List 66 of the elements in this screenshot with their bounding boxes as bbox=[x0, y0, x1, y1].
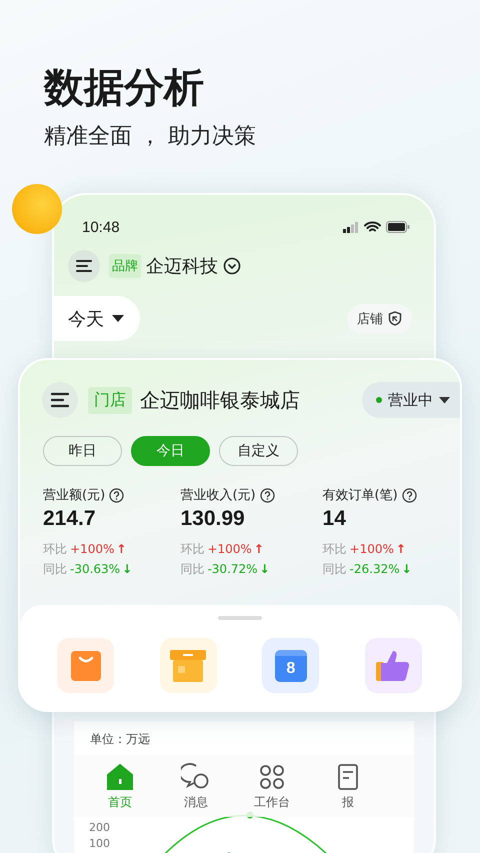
battery-icon bbox=[386, 221, 410, 233]
comparison-value: -30.63% bbox=[70, 561, 120, 578]
store-button[interactable]: 店铺 bbox=[347, 304, 412, 334]
brand-tag: 品牌 bbox=[109, 254, 141, 278]
comparison-value: -26.32% bbox=[350, 561, 400, 578]
thumbs-up-icon bbox=[375, 648, 412, 682]
metric-label: 营业收入(元) bbox=[180, 487, 256, 504]
menu-icon bbox=[51, 392, 69, 408]
help-icon[interactable] bbox=[109, 488, 124, 502]
comparison-label: 同比 bbox=[322, 561, 347, 578]
menu-button[interactable] bbox=[68, 250, 100, 282]
tab-bar-item[interactable]: 工作台 bbox=[234, 755, 310, 817]
period-tab[interactable]: 昨日 bbox=[43, 436, 122, 466]
arrow-up-icon: ↑ bbox=[396, 539, 406, 559]
store-tag: 门店 bbox=[88, 386, 132, 414]
chevron-down-icon[interactable] bbox=[223, 257, 241, 275]
shortcut-tile[interactable] bbox=[57, 638, 114, 693]
metric-value: 214.7 bbox=[43, 507, 97, 531]
comparison-value: +100% bbox=[207, 541, 252, 558]
comparison-value: +100% bbox=[350, 541, 394, 558]
chart-unit-label: 单位：万远 bbox=[89, 731, 151, 748]
y-axis-tick-label: 200 bbox=[89, 821, 110, 834]
ticket-icon: 8 bbox=[274, 650, 307, 682]
arrow-down-icon: ↓ bbox=[122, 559, 132, 579]
arrow-up-icon: ↑ bbox=[116, 539, 126, 559]
menu-icon bbox=[76, 259, 92, 273]
shield-icon bbox=[388, 311, 402, 326]
signal-icon bbox=[343, 222, 359, 232]
status-dropdown[interactable]: 营业中 bbox=[362, 382, 460, 418]
menu-button[interactable] bbox=[42, 382, 78, 418]
shortcut-tile[interactable] bbox=[364, 638, 422, 693]
y-axis-tick-label: 100 bbox=[89, 837, 110, 850]
shortcut-tile[interactable]: 8 bbox=[262, 638, 320, 693]
comparison-label: 同比 bbox=[180, 561, 204, 578]
arrow-down-icon: ↓ bbox=[402, 559, 412, 579]
tab-bar-item[interactable]: 报 bbox=[310, 755, 386, 817]
arrow-down-icon: ↓ bbox=[260, 559, 270, 579]
comparison-value: +100% bbox=[70, 541, 114, 558]
box-icon bbox=[168, 648, 208, 684]
help-icon[interactable] bbox=[402, 488, 417, 502]
comparison-label: 环比 bbox=[43, 541, 67, 558]
status-time: 10:48 bbox=[82, 218, 120, 236]
comparison-label: 环比 bbox=[180, 541, 204, 558]
headline-title: 数据分析 bbox=[44, 64, 205, 112]
metric-value: 130.99 bbox=[180, 507, 246, 531]
caret-down-icon bbox=[112, 314, 124, 322]
grid-icon bbox=[257, 762, 287, 792]
metric-label: 有效订单(笔) bbox=[322, 487, 398, 504]
date-dropdown[interactable]: 今天 bbox=[54, 296, 140, 341]
tab-bar-item[interactable]: 消息 bbox=[158, 755, 234, 817]
comparison-value: -30.72% bbox=[207, 561, 258, 578]
metric-value: 14 bbox=[322, 507, 347, 531]
store-name: 企迈咖啡银泰城店 bbox=[140, 386, 300, 414]
metric-label: 营业额(元) bbox=[43, 487, 106, 504]
period-tab[interactable]: 自定义 bbox=[219, 436, 298, 466]
shortcut-tile[interactable] bbox=[160, 638, 217, 693]
arrow-up-icon: ↑ bbox=[254, 539, 264, 559]
headline-subtitle: 精准全面 ， 助力决策 bbox=[44, 123, 257, 151]
comparison-label: 环比 bbox=[322, 541, 347, 558]
comparison-label: 同比 bbox=[43, 561, 67, 578]
brand-name[interactable]: 企迈科技 bbox=[146, 254, 218, 278]
house-icon bbox=[105, 762, 135, 792]
wifi-icon bbox=[364, 221, 381, 233]
caret-down-icon bbox=[439, 396, 450, 404]
drag-handle[interactable] bbox=[218, 616, 262, 620]
help-icon[interactable] bbox=[260, 488, 275, 502]
